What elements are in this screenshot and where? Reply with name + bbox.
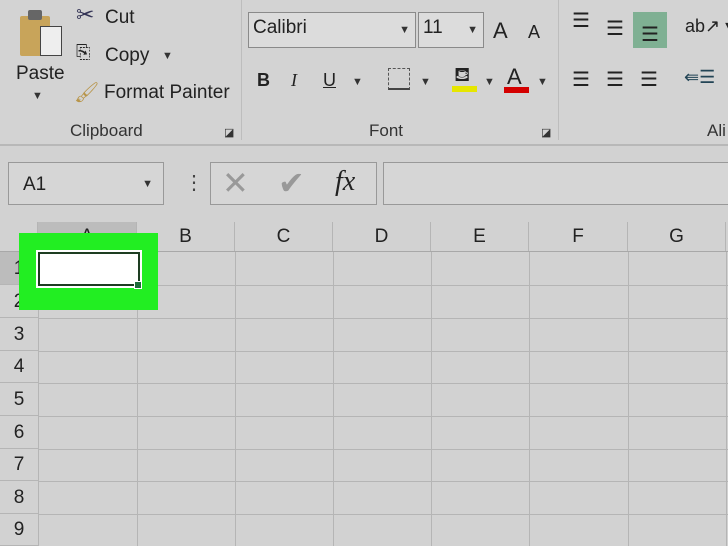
column-header-e[interactable]: E: [431, 222, 529, 252]
clipboard-launcher-icon[interactable]: ◪: [224, 126, 234, 139]
insert-function-button[interactable]: fx: [335, 166, 355, 198]
alignment-group-label: Ali: [707, 121, 726, 140]
ribbon: Paste ▼ ✂ Cut ⎘ Copy ▼ 🖌 Format Painter …: [0, 0, 728, 146]
scissors-icon: ✂: [76, 2, 95, 27]
paste-button[interactable]: Paste: [16, 63, 65, 85]
orientation-icon[interactable]: ab↗ ▾: [685, 16, 728, 37]
align-center-icon[interactable]: ☰: [606, 67, 624, 92]
italic-button[interactable]: I: [291, 70, 297, 91]
row-header-8[interactable]: 8: [0, 481, 38, 514]
shrink-font-button[interactable]: A: [528, 22, 540, 43]
cancel-icon[interactable]: ✕: [222, 164, 249, 202]
copy-dropdown[interactable]: ▼: [162, 50, 173, 62]
copy-button[interactable]: Copy: [105, 45, 149, 67]
fill-color-dropdown[interactable]: ▼: [484, 76, 495, 88]
row-header-4[interactable]: 4: [0, 351, 38, 383]
more-options-icon[interactable]: ⋮: [184, 170, 204, 195]
decrease-indent-icon[interactable]: ⇚☰: [684, 67, 715, 88]
row-header-7[interactable]: 7: [0, 449, 38, 481]
font-size-value: 11: [423, 17, 443, 38]
row-header-6[interactable]: 6: [0, 416, 38, 449]
cut-button[interactable]: Cut: [105, 7, 135, 29]
format-painter-button[interactable]: Format Painter: [104, 82, 230, 104]
paste-dropdown[interactable]: ▼: [32, 90, 43, 102]
borders-icon[interactable]: [388, 68, 410, 90]
column-header-f[interactable]: F: [529, 222, 628, 252]
enter-icon[interactable]: ✔: [278, 164, 305, 202]
row-header-9[interactable]: 9: [0, 514, 38, 546]
underline-dropdown[interactable]: ▼: [352, 76, 363, 88]
row-header-3[interactable]: 3: [0, 318, 38, 351]
fill-color-swatch: [452, 86, 477, 92]
format-painter-icon: 🖌: [74, 82, 100, 104]
font-group-label: Font: [369, 121, 404, 140]
column-header-g[interactable]: G: [628, 222, 726, 252]
copy-icon: ⎘: [76, 42, 91, 62]
borders-dropdown[interactable]: ▼: [420, 76, 431, 88]
font-color-swatch: [504, 87, 529, 93]
name-box-value: A1: [23, 174, 47, 195]
top-align-icon[interactable]: ☰: [572, 8, 590, 33]
font-size-combo[interactable]: 11 ▼: [418, 12, 484, 48]
paste-icon[interactable]: [20, 10, 64, 56]
bottom-align-button[interactable]: ☰: [633, 12, 667, 48]
cell-a1-selected[interactable]: [36, 250, 142, 289]
font-launcher-icon[interactable]: ◪: [541, 126, 551, 139]
middle-align-icon[interactable]: ☰: [606, 16, 624, 41]
align-left-icon[interactable]: ☰: [572, 67, 590, 92]
underline-button[interactable]: U: [323, 70, 336, 91]
align-right-icon[interactable]: ☰: [640, 67, 658, 92]
name-box[interactable]: A1 ▼: [8, 162, 164, 205]
row-header-5[interactable]: 5: [0, 383, 38, 416]
grow-font-button[interactable]: A: [493, 18, 508, 44]
font-name-value: Calibri: [253, 17, 307, 38]
fill-handle[interactable]: [134, 281, 142, 289]
font-color-dropdown[interactable]: ▼: [537, 76, 548, 88]
formula-input[interactable]: [383, 162, 728, 205]
column-header-d[interactable]: D: [333, 222, 431, 252]
font-name-combo[interactable]: Calibri ▼: [248, 12, 416, 48]
bold-button[interactable]: B: [257, 70, 270, 91]
clipboard-group-label: Clipboard: [70, 121, 143, 140]
column-header-c[interactable]: C: [235, 222, 333, 252]
